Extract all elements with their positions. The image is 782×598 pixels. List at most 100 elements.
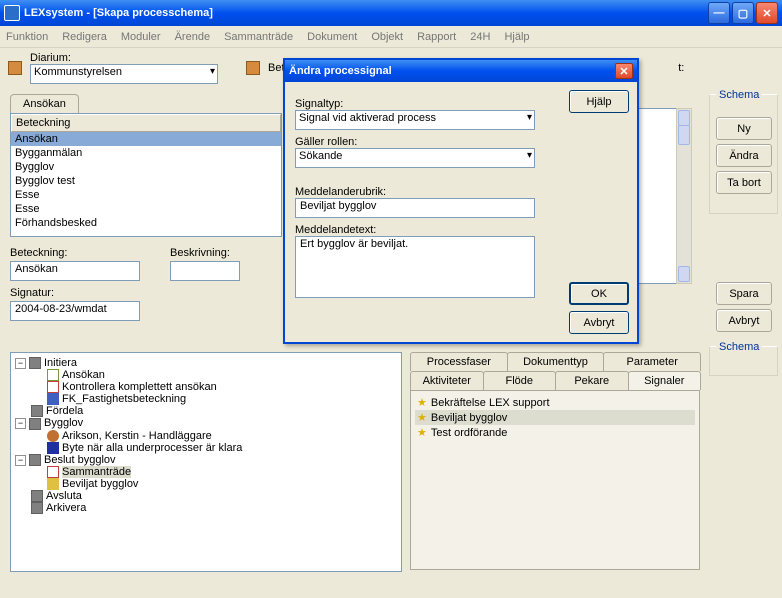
menu-rapport[interactable]: Rapport <box>417 31 456 43</box>
tab-ansokan[interactable]: Ansökan <box>10 94 79 113</box>
text-input[interactable]: Ert bygglov är beviljat. <box>295 236 535 298</box>
tab-pekare[interactable]: Pekare <box>555 371 629 390</box>
tree-beslut[interactable]: Beslut bygglov <box>44 454 116 466</box>
signal-item[interactable]: ★Bekräftelse LEX support <box>415 395 695 410</box>
window-title: LEXsystem - [Skapa processchema] <box>24 7 708 19</box>
list-item[interactable]: Ansökan <box>11 132 281 146</box>
list-item[interactable]: Esse <box>11 188 281 202</box>
tab-dokumenttyp[interactable]: Dokumenttyp <box>507 352 605 371</box>
tab-aktiviteter[interactable]: Aktiviteter <box>410 371 484 390</box>
tree-avsluta[interactable]: Avsluta <box>46 490 82 502</box>
ok-button[interactable]: OK <box>569 282 629 305</box>
close-button[interactable]: ✕ <box>756 2 778 24</box>
check-icon <box>47 381 59 393</box>
diarium-combo[interactable]: Kommunstyrelsen <box>30 64 218 84</box>
tree-fk[interactable]: FK_Fastighetsbeteckning <box>62 393 186 405</box>
dialog-titlebar[interactable]: Ändra processignal ✕ <box>285 60 637 82</box>
tab-flode[interactable]: Flöde <box>483 371 557 390</box>
minimize-button[interactable]: — <box>708 2 730 24</box>
tree-bygglov[interactable]: Bygglov <box>44 417 83 429</box>
menu-moduler[interactable]: Moduler <box>121 31 161 43</box>
text-value: Ert bygglov är beviljat. <box>300 238 408 250</box>
rubrik-input[interactable]: Beviljat bygglov <box>295 198 535 218</box>
dialog-close-button[interactable]: ✕ <box>615 63 633 79</box>
star-icon: ★ <box>417 412 427 424</box>
diarium-value: Kommunstyrelsen <box>34 66 122 78</box>
tree-arikson[interactable]: Arikson, Kerstin - Handläggare <box>62 430 212 442</box>
trailing-label: t: <box>678 62 684 74</box>
expand-icon[interactable]: − <box>15 455 26 466</box>
list-header[interactable]: Beteckning <box>11 114 281 132</box>
list-item[interactable]: Esse <box>11 202 281 216</box>
beteckning-value: Ansökan <box>15 263 58 275</box>
signal-item[interactable]: ★Test ordförande <box>415 425 695 440</box>
beteckning-field-label: Beteckning: <box>10 247 140 259</box>
link-icon <box>47 393 59 405</box>
tree-initiera[interactable]: Initiera <box>44 357 77 369</box>
diarium-label: Diarium: <box>30 52 218 64</box>
menu-redigera[interactable]: Redigera <box>62 31 107 43</box>
tree-kontrollera[interactable]: Kontrollera komplettett ansökan <box>62 381 217 393</box>
menu-arende[interactable]: Ärende <box>175 31 210 43</box>
folder-icon <box>31 405 43 417</box>
schema-group-title: Schema <box>716 89 762 101</box>
tree-byte[interactable]: Byte när alla underprocesser är klara <box>62 442 242 454</box>
person-icon <box>47 430 59 442</box>
list-item[interactable]: Förhandsbesked <box>11 216 281 230</box>
scrollbar-thumb[interactable] <box>678 125 690 145</box>
star-icon: ★ <box>417 427 427 439</box>
beteckning-list[interactable]: Beteckning Ansökan Bygganmälan Bygglov B… <box>10 113 282 237</box>
menu-funktion[interactable]: Funktion <box>6 31 48 43</box>
galler-combo[interactable]: Sökande <box>295 148 535 168</box>
menu-objekt[interactable]: Objekt <box>371 31 403 43</box>
folder-icon <box>29 454 41 466</box>
tree-arkivera[interactable]: Arkivera <box>46 502 86 514</box>
andra-processignal-dialog: Ändra processignal ✕ Hjälp Signaltyp: Si… <box>283 58 639 344</box>
folder-icon <box>31 490 43 502</box>
expand-icon[interactable]: − <box>15 418 26 429</box>
maximize-button[interactable]: ▢ <box>732 2 754 24</box>
andra-button[interactable]: Ändra <box>716 144 772 167</box>
tree-fordela[interactable]: Fördela <box>46 405 83 417</box>
list-item[interactable]: Bygglov <box>11 160 281 174</box>
dialog-title: Ändra processignal <box>289 65 392 77</box>
list-item[interactable]: Bygganmälan <box>11 146 281 160</box>
hjalp-button[interactable]: Hjälp <box>569 90 629 113</box>
tab-row-2: Aktiviteter Flöde Pekare Signaler <box>410 371 700 390</box>
galler-value: Sökande <box>299 150 342 162</box>
scrollbar[interactable] <box>676 108 692 284</box>
ny-button[interactable]: Ny <box>716 117 772 140</box>
menu-sammantrade[interactable]: Sammanträde <box>224 31 293 43</box>
tabort-button[interactable]: Ta bort <box>716 171 772 194</box>
signaltyp-combo[interactable]: Signal vid aktiverad process <box>295 110 535 130</box>
avbryt-button[interactable]: Avbryt <box>569 311 629 334</box>
menu-24h[interactable]: 24H <box>470 31 490 43</box>
signal-item[interactable]: ★Beviljat bygglov <box>415 410 695 425</box>
tab-processfaser[interactable]: Processfaser <box>410 352 508 371</box>
beteckning-input[interactable]: Ansökan <box>10 261 140 281</box>
spara-button[interactable]: Spara <box>716 282 772 305</box>
beskrivning-field-label: Beskrivning: <box>170 247 240 259</box>
process-tree[interactable]: − Initiera Ansökan Kontrollera komplettet… <box>10 352 402 572</box>
signatur-input[interactable]: 2004-08-23/wmdat <box>10 301 140 321</box>
tab-signaler[interactable]: Signaler <box>628 371 702 390</box>
tree-sammantrade[interactable]: Sammanträde <box>62 466 131 478</box>
avbryt-right-button[interactable]: Avbryt <box>716 309 772 332</box>
menu-dokument[interactable]: Dokument <box>307 31 357 43</box>
folder-icon <box>31 502 43 514</box>
list-item[interactable]: Bygglov test <box>11 174 281 188</box>
text-label: Meddelandetext: <box>295 224 627 236</box>
tab-parameter[interactable]: Parameter <box>603 352 701 371</box>
folder-icon <box>29 357 41 369</box>
rubrik-value: Beviljat bygglov <box>300 200 376 212</box>
tree-ansokan[interactable]: Ansökan <box>62 369 105 381</box>
tree-beviljat[interactable]: Beviljat bygglov <box>62 478 138 490</box>
menu-hjalp[interactable]: Hjälp <box>504 31 529 43</box>
window-titlebar: LEXsystem - [Skapa processchema] — ▢ ✕ <box>0 0 782 26</box>
signal-list[interactable]: ★Bekräftelse LEX support ★Beviljat byggl… <box>410 390 700 570</box>
expand-icon[interactable]: − <box>15 358 26 369</box>
signatur-field-label: Signatur: <box>10 287 140 299</box>
schema-group-title-2: Schema <box>716 341 762 353</box>
beskrivning-input[interactable] <box>170 261 240 281</box>
arrow-down-icon <box>47 442 59 454</box>
